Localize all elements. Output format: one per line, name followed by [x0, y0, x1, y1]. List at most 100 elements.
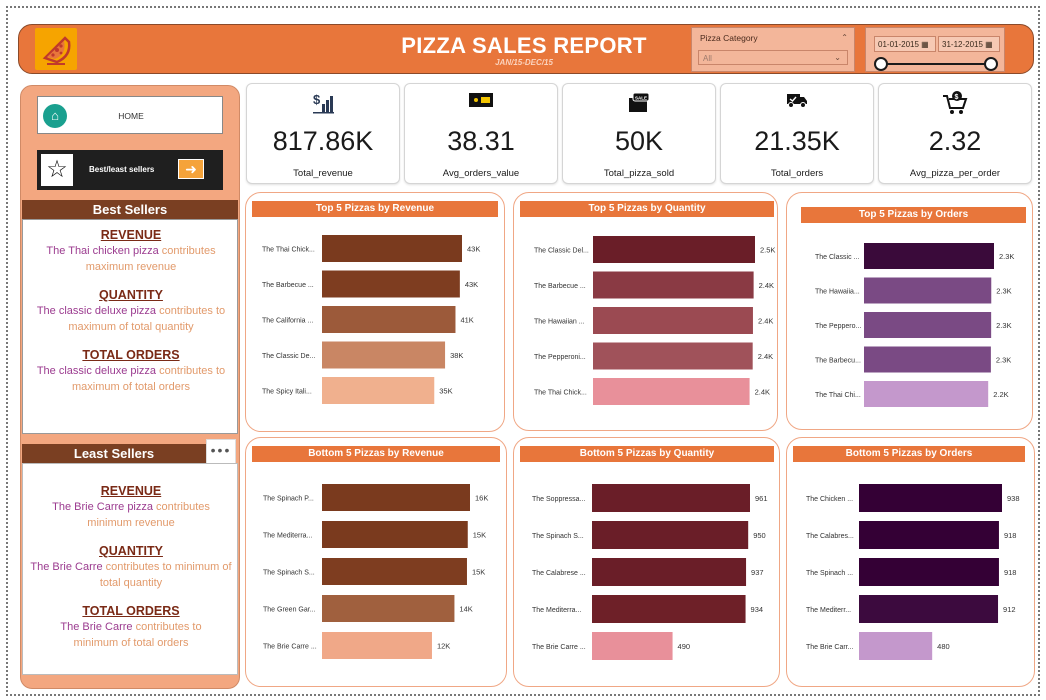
money-icon	[405, 90, 557, 115]
category-label: The Spinach ...	[806, 570, 853, 577]
bar[interactable]	[859, 632, 933, 660]
least-quantity-highlight: The Brie Carre	[30, 561, 103, 573]
category-label: The Spicy Itali...	[262, 389, 312, 396]
pizza-category-slicer[interactable]: Pizza Category ⌃ All ⌄	[691, 27, 855, 72]
category-label: The Mediterra...	[532, 607, 581, 614]
chart-bottom5-orders: Bottom 5 Pizzas by Orders The Chicken ..…	[786, 437, 1035, 687]
bar[interactable]	[593, 307, 753, 334]
category-label: The Classic ...	[815, 254, 859, 261]
kpi-card-total-orders: 21.35K Total_orders	[720, 83, 874, 184]
bar[interactable]	[864, 243, 994, 269]
category-label: The Mediterr...	[806, 607, 851, 614]
bar[interactable]	[593, 378, 750, 405]
category-dropdown[interactable]: All ⌄	[698, 50, 848, 65]
data-label: 2.4K	[755, 388, 770, 397]
category-label: The Thai Chick...	[262, 247, 315, 254]
kpi-card-avg-pizza-per-order: $ 2.32 Avg_pizza_per_order	[878, 83, 1032, 184]
bar[interactable]	[859, 558, 999, 586]
bar[interactable]	[322, 595, 455, 622]
more-options-icon[interactable]: •••	[206, 439, 236, 464]
data-label: 14K	[459, 605, 472, 614]
bar[interactable]	[322, 235, 462, 262]
bar[interactable]	[859, 484, 1002, 512]
best-least-sellers-button[interactable]: ☆ Best/least sellers ➜	[37, 150, 223, 190]
bar[interactable]	[322, 377, 435, 404]
data-label: 43K	[467, 245, 480, 254]
bar[interactable]	[592, 595, 746, 623]
category-label: The Spinach P...	[263, 496, 314, 503]
bar[interactable]	[864, 346, 991, 373]
category-label: The Mediterra...	[263, 533, 312, 540]
least-orders-text: The Brie Carre contributes to minimum of…	[23, 619, 239, 651]
data-label: 918	[1004, 568, 1017, 577]
bar-chart-plot: The Thai Chick... 43K The Barbecue ... 43K T…	[262, 235, 480, 404]
kpi-label: Total_orders	[770, 168, 824, 179]
calendar-icon[interactable]: ▦	[921, 40, 929, 49]
data-label: 961	[755, 494, 768, 503]
bar[interactable]	[859, 521, 999, 549]
svg-text:SALE: SALE	[635, 96, 647, 101]
report-header: PIZZA SALES REPORT JAN/15-DEC/15 Pizza C…	[18, 24, 1034, 74]
kpi-card-total-pizza-sold: SALE 50K Total_pizza_sold	[562, 83, 716, 184]
least-quantity-block: QUANTITY The Brie Carre contributes to m…	[23, 544, 239, 591]
bar[interactable]	[864, 277, 992, 304]
kpi-label: Avg_orders_value	[442, 168, 520, 179]
bar[interactable]	[322, 341, 446, 369]
best-orders-text: The classic deluxe pizza contributes to …	[23, 363, 239, 395]
chart-bottom5-revenue: Bottom 5 Pizzas by Revenue The Spinach P…	[245, 437, 507, 687]
best-revenue-text: The Thai chicken pizza contributes maxim…	[23, 243, 239, 275]
calendar-icon[interactable]: ▦	[985, 40, 993, 49]
bar[interactable]	[593, 342, 753, 370]
kpi-label: Total_pizza_sold	[603, 168, 675, 179]
data-label: 41K	[460, 316, 473, 325]
start-date-field[interactable]: 01-01-2015 ▦	[874, 36, 936, 52]
category-label: The Spinach S...	[263, 570, 315, 577]
bar[interactable]	[859, 595, 999, 623]
bar-chart-plot: The Classic Del... 2.5K The Barbecue ... 2.…	[534, 236, 775, 405]
bar[interactable]	[593, 271, 754, 299]
category-label: The Chicken ...	[806, 496, 853, 503]
date-slider-end-handle[interactable]	[984, 57, 998, 71]
data-label: 918	[1004, 531, 1017, 540]
bar[interactable]	[322, 270, 460, 298]
data-label: 2.4K	[759, 281, 774, 290]
bar[interactable]	[322, 632, 432, 659]
bar[interactable]	[322, 521, 468, 548]
best-least-label: Best/least sellers	[89, 165, 155, 174]
bar[interactable]	[593, 236, 755, 263]
bar[interactable]	[864, 381, 989, 407]
least-orders-title: TOTAL ORDERS	[82, 604, 180, 618]
end-date: 31-12-2015	[942, 40, 983, 49]
bar[interactable]	[864, 312, 992, 338]
category-label: The Classic Del...	[534, 248, 589, 255]
category-label: The Thai Chick...	[534, 390, 587, 397]
data-label: 938	[1007, 494, 1020, 503]
data-label: 2.3K	[996, 287, 1011, 296]
date-slider-track[interactable]	[878, 63, 992, 65]
bar[interactable]	[592, 558, 747, 586]
bar[interactable]	[322, 484, 470, 511]
bar[interactable]	[592, 484, 750, 512]
data-label: 2.2K	[993, 390, 1008, 399]
least-quantity-rest: contributes to minimum of total quantity	[99, 561, 232, 589]
revenue-chart-icon: $	[247, 90, 399, 119]
least-revenue-block: REVENUE The Brie Carre pizza contributes…	[23, 484, 239, 531]
date-range-slicer[interactable]: 01-01-2015 ▦ 31-12-2015 ▦	[865, 27, 1005, 72]
home-button[interactable]: ⌂ HOME	[37, 96, 223, 134]
data-label: 2.4K	[758, 317, 773, 326]
data-label: 2.3K	[999, 252, 1014, 261]
category-label: The Barbecu...	[815, 358, 861, 365]
bar[interactable]	[592, 632, 673, 660]
data-label: 43K	[465, 280, 478, 289]
category-label: The Barbecue ...	[534, 283, 586, 290]
home-label: HOME	[118, 111, 144, 121]
date-slider-start-handle[interactable]	[874, 57, 888, 71]
end-date-field[interactable]: 31-12-2015 ▦	[938, 36, 1000, 52]
bar[interactable]	[322, 306, 456, 333]
report-title: PIZZA SALES REPORT	[401, 33, 647, 58]
bar[interactable]	[592, 521, 749, 549]
least-orders-highlight: The Brie Carre	[60, 621, 133, 633]
chevron-up-icon[interactable]: ⌃	[841, 33, 848, 42]
bar[interactable]	[322, 558, 467, 585]
data-label: 38K	[450, 351, 463, 360]
